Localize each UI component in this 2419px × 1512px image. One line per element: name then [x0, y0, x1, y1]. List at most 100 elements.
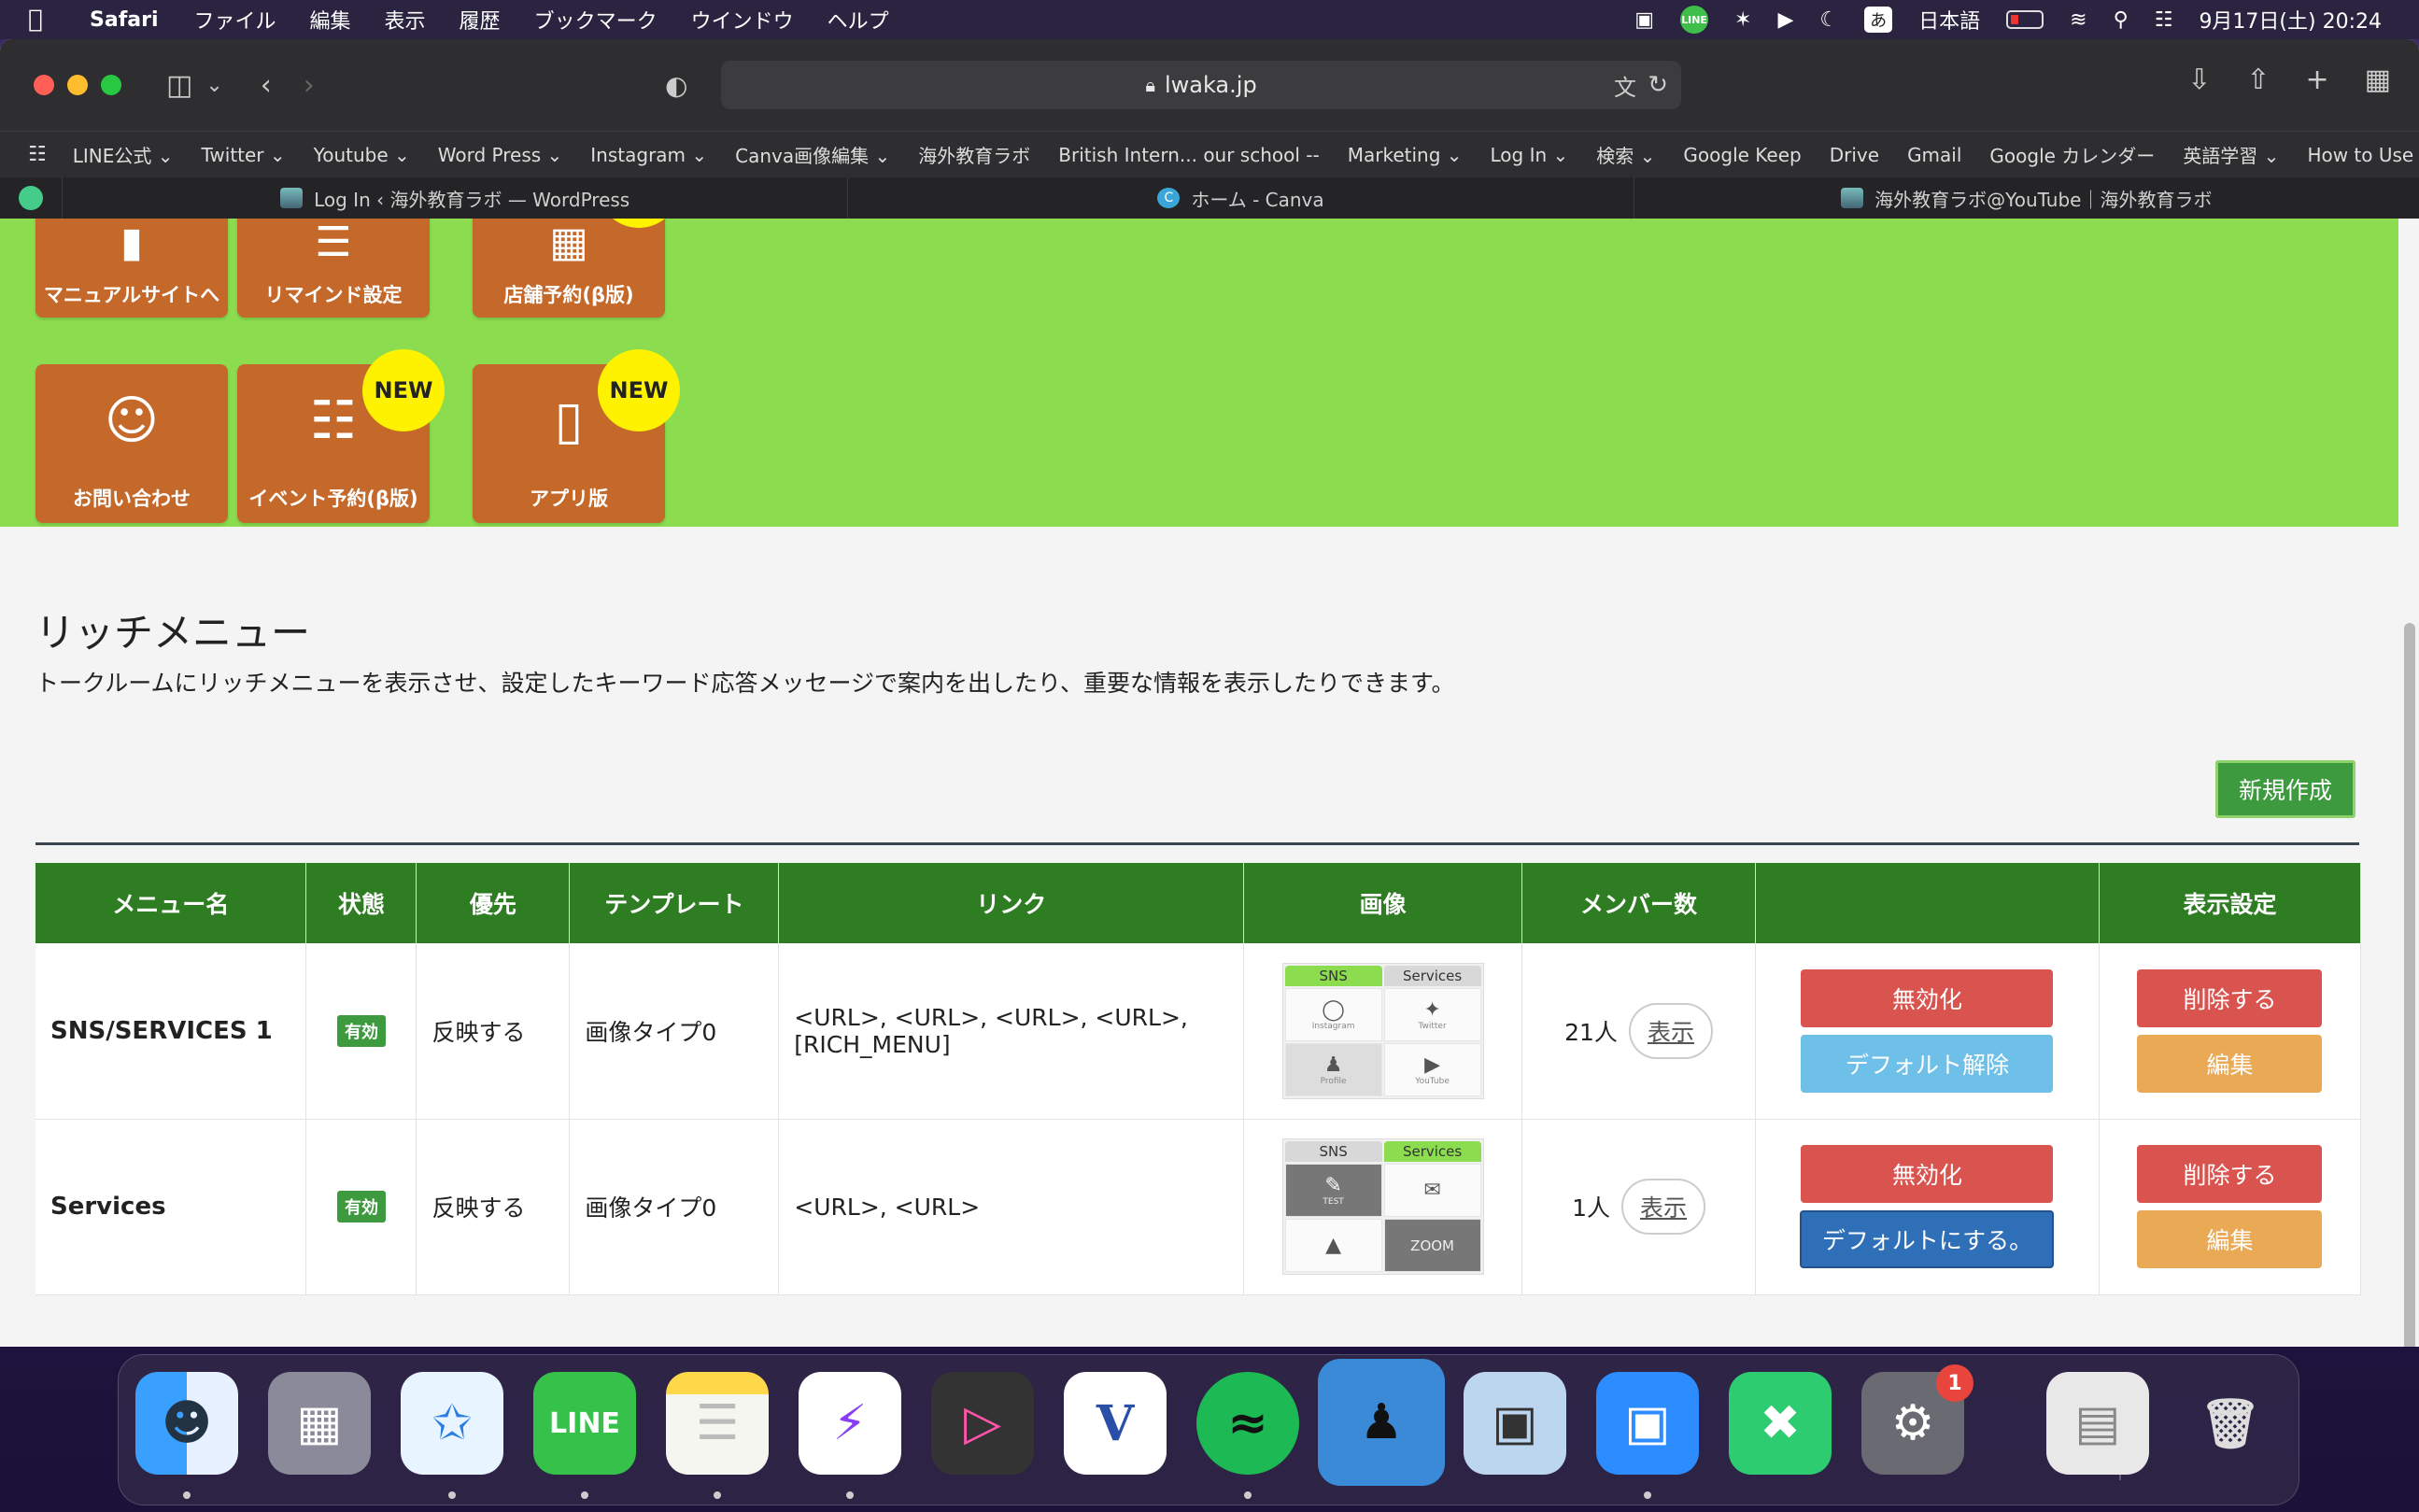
back-arrow-icon[interactable]: ‹ — [261, 69, 272, 102]
final-cut-pro-icon[interactable]: ▷ — [931, 1372, 1034, 1475]
set-default-button[interactable]: デフォルトにする。 — [1800, 1210, 2055, 1268]
notification-badge: 1 — [1936, 1364, 1973, 1402]
table-row: Services 有効 反映する 画像タイプ0 <URL>, <URL> SNS… — [35, 1119, 2362, 1295]
spotify-icon[interactable]: ≈ — [1196, 1372, 1299, 1475]
privacy-shield-icon[interactable]: ◐ — [665, 70, 687, 101]
zoom-icon[interactable]: ▣ — [1596, 1372, 1699, 1475]
remove-default-button[interactable]: デフォルト解除 — [1801, 1034, 2054, 1093]
links-cell: <URL>, <URL> — [778, 1119, 1245, 1295]
tab-wordpress[interactable]: Log In ‹ 海外教育ラボ — WordPress — [62, 177, 847, 219]
downloads-icon[interactable]: ⇩ — [2187, 64, 2211, 96]
extension-icon[interactable] — [0, 177, 62, 219]
bookmark-item[interactable]: Google カレンダー — [1989, 141, 2155, 168]
rich-menu-thumbnail[interactable]: SNS Services ◯ Instagram ✦ Twitter ♟ Profil… — [1281, 962, 1484, 1099]
notes-icon[interactable]: ☰ — [666, 1372, 769, 1475]
edit-button[interactable]: 編集 — [2137, 1210, 2323, 1268]
view-members-button[interactable]: 表示 — [1620, 1179, 1705, 1235]
moon-icon[interactable]: ☾ — [1819, 8, 1838, 32]
close-window-button[interactable] — [34, 75, 54, 95]
menu-file[interactable]: ファイル — [194, 5, 276, 35]
megaphone-icon: ▲ — [1325, 1234, 1342, 1257]
translate-icon[interactable]: 文 — [1614, 69, 1636, 102]
macos-menu-bar:  Safari ファイル 編集 表示 履歴 ブックマーク ウインドウ ヘルプ … — [0, 0, 2419, 39]
clock[interactable]: 9月17日(土) 20:24 — [2199, 5, 2382, 35]
mindmap-icon[interactable]: ✖ — [1729, 1372, 1832, 1475]
input-method-icon[interactable]: あ — [1864, 7, 1893, 33]
bookmark-item[interactable]: Log In ⌄ — [1491, 144, 1569, 166]
vectornator-icon[interactable]: V — [1064, 1372, 1167, 1475]
apps-grid-icon[interactable]: ☷ — [28, 143, 47, 166]
line-app-icon[interactable]: LINE — [533, 1372, 636, 1475]
bookmark-item[interactable]: How to Use ⌄ — [2307, 144, 2419, 166]
bookmark-item[interactable]: 英語学習 ⌄ — [2183, 141, 2279, 168]
tab-youtube-page[interactable]: 海外教育ラボ@YouTube｜海外教育ラボ — [1633, 177, 2419, 219]
tile-manual[interactable]: ▮ マニュアルサイトへ — [35, 219, 228, 318]
menu-edit[interactable]: 編集 — [310, 5, 351, 35]
tab-title: ホーム - Canva — [1191, 188, 1324, 211]
messenger-icon[interactable]: ⚡ — [799, 1372, 901, 1475]
bookmark-item[interactable]: Canva画像編集 ⌄ — [735, 141, 890, 168]
new-tab-icon[interactable]: + — [2306, 64, 2329, 96]
edit-button[interactable]: 編集 — [2137, 1034, 2323, 1093]
menu-window[interactable]: ウインドウ — [691, 5, 794, 35]
trash-icon[interactable]: 🗑︎ — [2179, 1372, 2282, 1475]
delete-button[interactable]: 削除する — [2137, 1145, 2323, 1203]
safari-icon[interactable]: ✩ — [401, 1372, 503, 1475]
launchpad-icon[interactable]: ▦ — [268, 1372, 371, 1475]
bluetooth-icon[interactable]: ✶ — [1734, 8, 1751, 32]
sidebar-toggle-icon[interactable]: ◫ — [166, 69, 192, 102]
apple-menu-icon[interactable]:  — [28, 6, 65, 34]
reload-icon[interactable]: ↻ — [1648, 71, 1668, 99]
tab-canva[interactable]: C ホーム - Canva — [847, 177, 1633, 219]
input-source-label[interactable]: 日本語 — [1918, 5, 1980, 35]
menu-history[interactable]: 履歴 — [460, 5, 501, 35]
bookmark-item[interactable]: Youtube ⌄ — [314, 144, 410, 166]
forward-arrow-icon[interactable]: › — [304, 69, 315, 102]
bookmark-item[interactable]: 検索 ⌄ — [1596, 141, 1655, 168]
tile-label: イベント予約(β版) — [248, 488, 418, 510]
fullscreen-window-button[interactable] — [101, 75, 121, 95]
kindle-icon[interactable]: ♟ — [1318, 1359, 1445, 1486]
tile-contact[interactable]: ☺ お問い合わせ — [35, 364, 228, 523]
tab-overview-icon[interactable]: ▦ — [2365, 64, 2391, 96]
system-preferences-icon[interactable]: ⚙ 1 — [1861, 1364, 1973, 1475]
preview-icon[interactable]: ▣ — [1464, 1372, 1566, 1475]
app-menu[interactable]: Safari — [90, 8, 159, 32]
bookmark-item[interactable]: Google Keep — [1683, 144, 1801, 166]
bookmark-item[interactable]: British Intern... our school -- — [1058, 144, 1319, 166]
vertical-scrollbar[interactable] — [2404, 623, 2415, 1347]
menu-bookmarks[interactable]: ブックマーク — [534, 5, 658, 35]
address-bar[interactable]: 🔒︎ lwaka.jp 文 ↻ — [721, 61, 1681, 109]
menu-view[interactable]: 表示 — [385, 5, 426, 35]
tile-store-reservation[interactable]: ▦ 店舗予約(β版) — [473, 219, 665, 318]
play-status-icon[interactable]: ▶ — [1777, 8, 1793, 32]
wifi-icon[interactable]: ≋ — [2070, 8, 2087, 32]
downloads-stack-icon[interactable]: ▤ — [2046, 1372, 2149, 1475]
spotlight-search-icon[interactable]: ⚲ — [2114, 8, 2129, 32]
thumb-cell: ✉ — [1383, 1164, 1481, 1217]
finder-icon[interactable]: ☻ — [135, 1372, 238, 1475]
bookmark-item[interactable]: Instagram ⌄ — [590, 144, 707, 166]
minimize-window-button[interactable] — [67, 75, 88, 95]
bookmark-item[interactable]: Drive — [1830, 144, 1879, 166]
share-icon[interactable]: ⇧ — [2246, 64, 2270, 96]
zoom-status-icon[interactable]: ▣ — [1634, 8, 1654, 32]
bookmark-item[interactable]: 海外教育ラボ — [918, 141, 1030, 168]
control-center-icon[interactable]: ☷ — [2155, 8, 2173, 32]
bookmark-item[interactable]: Twitter ⌄ — [202, 144, 286, 166]
battery-icon[interactable] — [2006, 10, 2044, 29]
view-members-button[interactable]: 表示 — [1628, 1002, 1713, 1059]
delete-button[interactable]: 削除する — [2137, 968, 2323, 1027]
bookmark-item[interactable]: Marketing ⌄ — [1348, 144, 1463, 166]
disable-button[interactable]: 無効化 — [1801, 968, 2054, 1027]
bookmark-item[interactable]: Word Press ⌄ — [438, 144, 563, 166]
bookmark-item[interactable]: Gmail — [1907, 144, 1961, 166]
rich-menu-thumbnail[interactable]: SNS Services ✎ TEST ✉ ▲ ZOOM — [1281, 1138, 1484, 1275]
menu-help[interactable]: ヘルプ — [828, 5, 889, 35]
create-new-button[interactable]: 新規作成 — [2215, 760, 2355, 818]
disable-button[interactable]: 無効化 — [1801, 1145, 2054, 1203]
tile-remind[interactable]: ☰ リマインド設定 — [237, 219, 430, 318]
bookmark-item[interactable]: LINE公式 ⌄ — [73, 141, 174, 168]
chevron-down-icon[interactable]: ⌄ — [205, 74, 222, 97]
line-status-icon[interactable]: LINE — [1680, 6, 1709, 34]
